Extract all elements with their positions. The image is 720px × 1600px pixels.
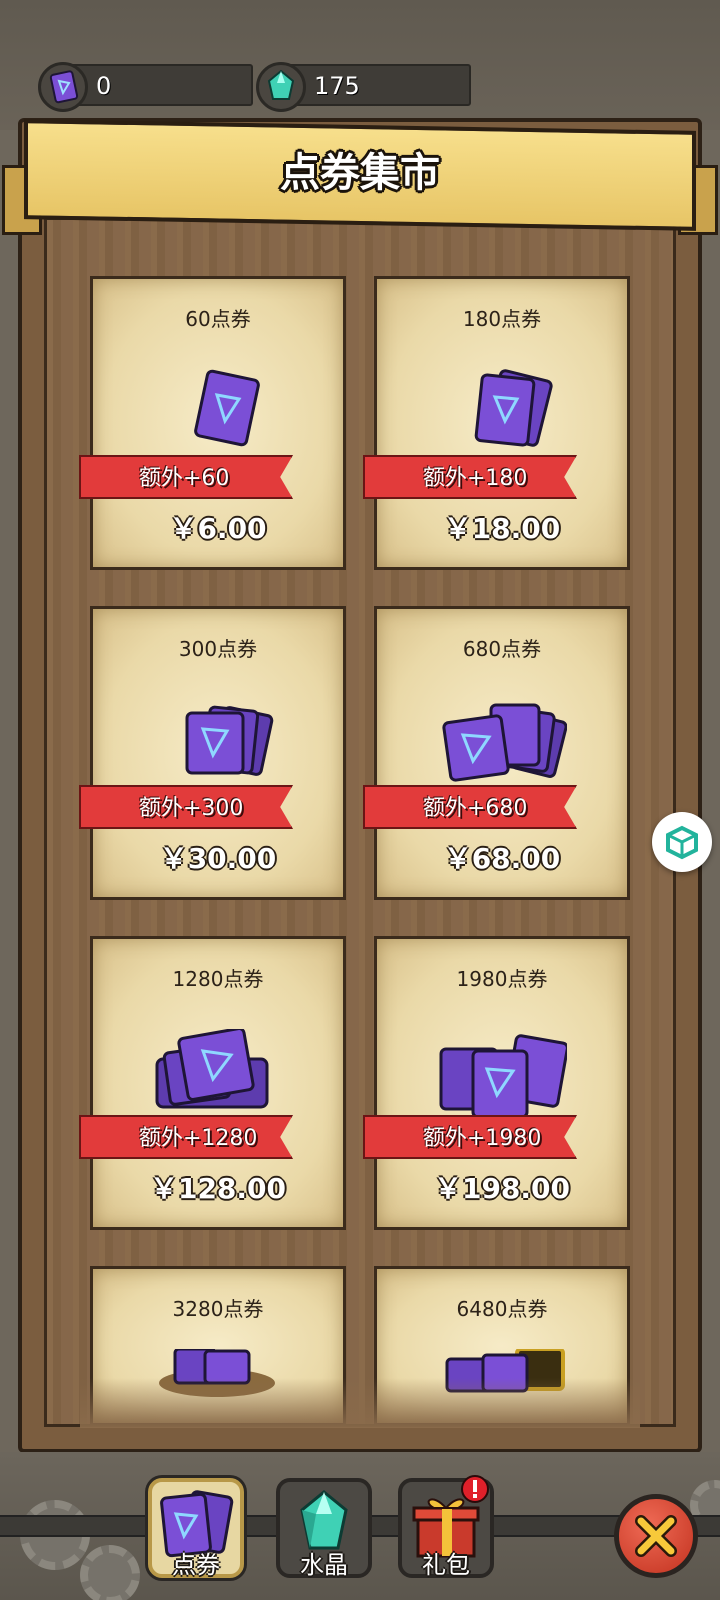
crystal-icon [256,62,306,112]
bonus-label: 额外+180 [423,466,528,491]
price-label: ￥18.00 [443,512,561,545]
floating-assistant-button[interactable] [652,812,712,872]
tab-label: 水晶 [300,1551,348,1579]
price-label: ￥68.00 [443,842,561,875]
bonus-label: 额外+1980 [423,1126,542,1151]
tab-gift[interactable]: 礼包 [398,1475,494,1579]
cube-icon [666,825,698,860]
bonus-label: 额外+60 [139,466,230,491]
coupon-pack-card[interactable]: 1980点券 额外+1980 ￥198.00 [363,936,630,1230]
tab-label: 礼包 [422,1551,470,1579]
card-title: 680点券 [462,637,542,661]
bonus-label: 额外+680 [423,796,528,821]
price-label: ￥128.00 [149,1172,287,1205]
coupon-balance-value: 0 [96,72,112,100]
tab-coupon[interactable]: 点券 [148,1478,244,1579]
coupon-pack-icon [474,369,553,447]
coupon-pack-icon [194,369,260,447]
bonus-label: 额外+300 [139,796,244,821]
coupon-pack-icon [442,703,567,782]
coupon-pack-icon [185,705,274,776]
coupon-pack-card[interactable]: 1280点券 额外+1280 ￥128.00 [79,936,346,1230]
price-label: ￥30.00 [159,842,277,875]
card-title: 3280点券 [172,1297,264,1321]
coupon-pack-card[interactable]: 180点券 额外+180 ￥18.00 [363,276,630,570]
card-title: 60点券 [185,307,251,331]
coupon-pack-icon [155,1029,269,1109]
close-icon [635,1515,677,1557]
card-title: 1980点券 [456,967,548,991]
tab-label: 点券 [172,1551,220,1579]
price-label: ￥6.00 [169,512,267,545]
bonus-label: 额外+1280 [139,1126,258,1151]
page-title: 点券集市 [280,150,440,196]
coupon-pack-card[interactable]: 300点券 额外+300 ￥30.00 [79,606,346,900]
coupon-balance: 0 [38,62,253,112]
price-label: ￥198.00 [433,1172,571,1205]
alert-badge-icon [461,1475,489,1503]
coupon-pack-card[interactable]: 680点券 额外+680 ￥68.00 [363,606,630,900]
tab-crystal[interactable]: 水晶 [276,1478,372,1579]
coupon-pack-card[interactable]: 60点券 额外+60 ￥6.00 [79,276,346,570]
close-button[interactable] [614,1494,698,1578]
gear-decoration-icon [80,1545,140,1600]
card-title: 1280点券 [172,967,264,991]
scroll-fade [80,1378,640,1428]
card-title: 6480点券 [456,1297,548,1321]
coupon-icon [38,62,88,112]
crystal-balance-value: 175 [314,72,360,100]
card-title: 180点券 [462,307,542,331]
coupon-pack-icon [439,1034,567,1119]
card-title: 300点券 [178,637,258,661]
crystal-balance: 175 [256,62,471,112]
